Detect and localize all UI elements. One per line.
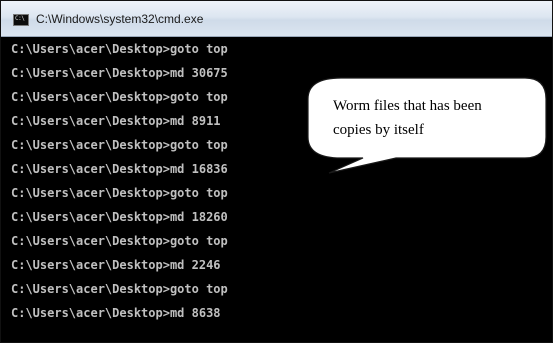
console-line: C:\Users\acer\Desktop>md 18260 (11, 210, 228, 224)
callout-line: copies by itself (333, 122, 424, 138)
console-line: C:\Users\acer\Desktop>goto top (11, 138, 228, 152)
console-line: C:\Users\acer\Desktop>md 8911 (11, 114, 221, 128)
console-line: C:\Users\acer\Desktop>goto top (11, 90, 228, 104)
console-line: C:\Users\acer\Desktop>goto top (11, 282, 228, 296)
console-line: C:\Users\acer\Desktop>md 8638 (11, 306, 221, 320)
console-line: C:\Users\acer\Desktop>goto top (11, 42, 228, 56)
console-line: C:\Users\acer\Desktop>goto top (11, 234, 228, 248)
cmd-icon-glyph: C:\ (15, 15, 25, 22)
cmd-icon[interactable]: C:\ (13, 14, 29, 26)
console-line: C:\Users\acer\Desktop>md 2246 (11, 258, 221, 272)
console-line: C:\Users\acer\Desktop>md 16836 (11, 162, 228, 176)
cmd-window: C:\ C:\Windows\system32\cmd.exe C:\Users… (0, 0, 553, 343)
title-bar[interactable]: C:\ C:\Windows\system32\cmd.exe (1, 1, 552, 37)
callout-line: Worm files that has been (333, 98, 482, 114)
callout-text: Worm files that has been copies by itsel… (333, 94, 533, 142)
console-line: C:\Users\acer\Desktop>md 30675 (11, 66, 228, 80)
window-title: C:\Windows\system32\cmd.exe (36, 12, 204, 26)
console-line: C:\Users\acer\Desktop>goto top (11, 186, 228, 200)
